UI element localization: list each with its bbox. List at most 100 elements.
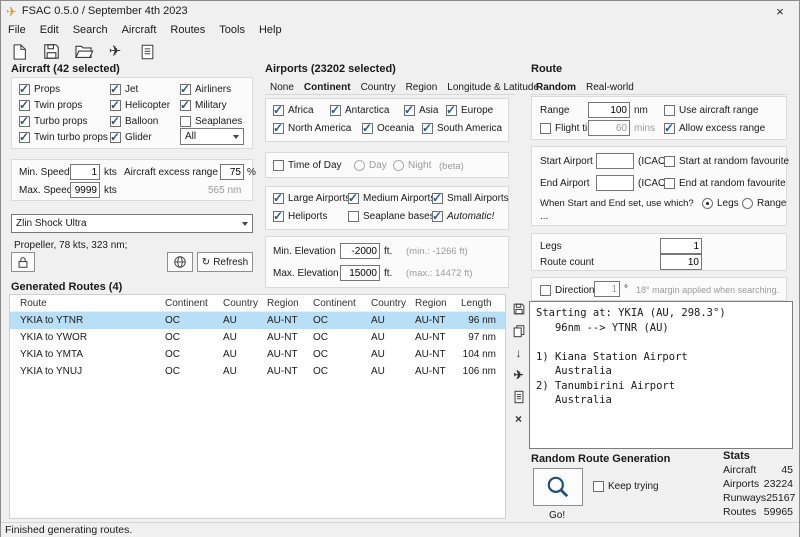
aircraft-button[interactable]: ✈	[103, 41, 127, 63]
military-checkbox[interactable]: Military	[180, 98, 227, 112]
checkbox-box[interactable]	[19, 130, 30, 144]
checkbox-box[interactable]	[348, 211, 359, 222]
checkbox-box[interactable]	[432, 191, 443, 205]
oceania-checkbox[interactable]: Oceania	[362, 121, 414, 135]
checkbox-box[interactable]	[446, 103, 457, 117]
save-routes-button[interactable]	[510, 300, 527, 317]
checkbox-box[interactable]	[180, 82, 191, 96]
checkbox-box[interactable]	[19, 98, 30, 112]
copy-route-button[interactable]	[510, 322, 527, 339]
checkbox-box[interactable]	[362, 121, 373, 135]
fly-route-button[interactable]: ✈	[510, 366, 527, 383]
tab-region[interactable]: Region	[401, 81, 443, 94]
menu-item-aircraft[interactable]: Aircraft	[115, 23, 164, 37]
use-aircraft-range-checkbox[interactable]: Use aircraft range	[664, 104, 758, 117]
checkbox-box[interactable]	[422, 121, 433, 135]
time-of-day-checkbox[interactable]: Time of Day	[273, 159, 342, 172]
tab-country[interactable]: Country	[356, 81, 401, 94]
north-america-checkbox[interactable]: North America	[273, 121, 351, 135]
keep-trying-checkbox[interactable]: Keep trying	[593, 480, 659, 493]
tab-random[interactable]: Random	[531, 81, 581, 94]
direction-checkbox[interactable]: Direction	[540, 284, 594, 297]
start-airport-input[interactable]	[596, 153, 634, 169]
checkbox-box[interactable]	[110, 130, 121, 144]
airliners-checkbox[interactable]: Airliners	[180, 82, 231, 96]
radio-circle[interactable]	[354, 160, 365, 171]
large-airports-checkbox[interactable]: Large Airports	[273, 191, 350, 205]
checkbox-box[interactable]	[110, 98, 121, 112]
checkbox-box[interactable]	[540, 285, 551, 296]
balloon-checkbox[interactable]: Balloon	[110, 114, 158, 128]
route-detail-text[interactable]: Starting at: YKIA (AU, 298.3°) 96nm --> …	[529, 301, 793, 449]
new-file-button[interactable]	[7, 41, 31, 63]
globe-button[interactable]	[167, 252, 193, 272]
menu-item-routes[interactable]: Routes	[163, 23, 212, 37]
checkbox-box[interactable]	[330, 103, 341, 117]
min-speed-input[interactable]	[70, 164, 100, 180]
day-radio[interactable]: Day	[354, 159, 387, 172]
route-row[interactable]: YKIA to YNUJ OC AU AU-NT OC AU AU-NT 106…	[10, 363, 505, 380]
menu-item-edit[interactable]: Edit	[33, 23, 66, 37]
route-row[interactable]: YKIA to YTNR OC AU AU-NT OC AU AU-NT 96 …	[10, 312, 505, 329]
checkbox-box[interactable]	[273, 103, 284, 117]
tab-continent[interactable]: Continent	[299, 81, 356, 94]
legs-radio[interactable]: Legs	[702, 197, 739, 210]
checkbox-box[interactable]	[664, 156, 675, 167]
flight-time-input[interactable]	[588, 120, 630, 136]
twin-turbo-props-checkbox[interactable]: Twin turbo props	[19, 130, 108, 144]
route-row[interactable]: YKIA to YWOR OC AU AU-NT OC AU AU-NT 97 …	[10, 329, 505, 346]
route-report-button[interactable]	[510, 388, 527, 405]
glider-checkbox[interactable]: Glider	[110, 130, 152, 144]
open-button[interactable]	[71, 41, 95, 63]
route-count-input[interactable]	[660, 254, 702, 270]
checkbox-box[interactable]	[273, 121, 284, 135]
props-checkbox[interactable]: Props	[19, 82, 60, 96]
generate-button[interactable]	[533, 468, 583, 506]
excess-range-input[interactable]	[220, 164, 244, 180]
checkbox-box[interactable]	[593, 481, 604, 492]
checkbox-box[interactable]	[19, 82, 30, 96]
turbo-props-checkbox[interactable]: Turbo props	[19, 114, 88, 128]
legs-input[interactable]	[660, 238, 702, 254]
save-button[interactable]	[39, 41, 63, 63]
col-header[interactable]: Continent	[160, 298, 218, 309]
col-header[interactable]: Length	[456, 298, 504, 309]
col-header[interactable]: Region	[410, 298, 456, 309]
export-route-button[interactable]: ↓	[510, 344, 527, 361]
europe-checkbox[interactable]: Europe	[446, 103, 493, 117]
checkbox-box[interactable]	[110, 82, 121, 96]
menu-item-search[interactable]: Search	[66, 23, 115, 37]
tab-none[interactable]: None	[265, 81, 299, 94]
africa-checkbox[interactable]: Africa	[273, 103, 314, 117]
checkbox-box[interactable]	[540, 123, 551, 134]
jet-checkbox[interactable]: Jet	[110, 82, 138, 96]
range-radio[interactable]: Range	[742, 197, 786, 210]
checkbox-box[interactable]	[273, 160, 284, 171]
helicopter-checkbox[interactable]: Helicopter	[110, 98, 170, 112]
checkbox-box[interactable]	[19, 114, 30, 128]
col-header[interactable]: Country	[218, 298, 262, 309]
aircraft-select-dropdown[interactable]: Zlin Shock Ultra	[11, 214, 253, 233]
antarctica-checkbox[interactable]: Antarctica	[330, 103, 389, 117]
col-header[interactable]: Continent	[308, 298, 366, 309]
checkbox-box[interactable]	[664, 178, 675, 189]
checkbox-box[interactable]	[273, 209, 284, 223]
seaplane-bases-checkbox[interactable]: Seaplane bases	[348, 210, 435, 223]
start-favourite-checkbox[interactable]: Start at random favourite	[664, 155, 789, 168]
checkbox-box[interactable]	[432, 209, 443, 223]
menu-item-file[interactable]: File	[1, 23, 33, 37]
col-header[interactable]: Route	[10, 298, 160, 309]
checkbox-box[interactable]	[664, 105, 675, 116]
small-airports-checkbox[interactable]: Small Airports	[432, 191, 509, 205]
checkbox-box[interactable]	[348, 191, 359, 205]
col-header[interactable]: Region	[262, 298, 308, 309]
automatic-checkbox[interactable]: Automatic!	[432, 209, 494, 223]
close-button[interactable]: ×	[766, 4, 794, 19]
checkbox-box[interactable]	[273, 191, 284, 205]
menu-item-help[interactable]: Help	[252, 23, 289, 37]
medium-airports-checkbox[interactable]: Medium Airports	[348, 191, 435, 205]
twin-props-checkbox[interactable]: Twin props	[19, 98, 82, 112]
checkbox-box[interactable]	[110, 114, 121, 128]
report-button[interactable]	[135, 41, 159, 63]
radio-circle[interactable]	[702, 198, 713, 209]
